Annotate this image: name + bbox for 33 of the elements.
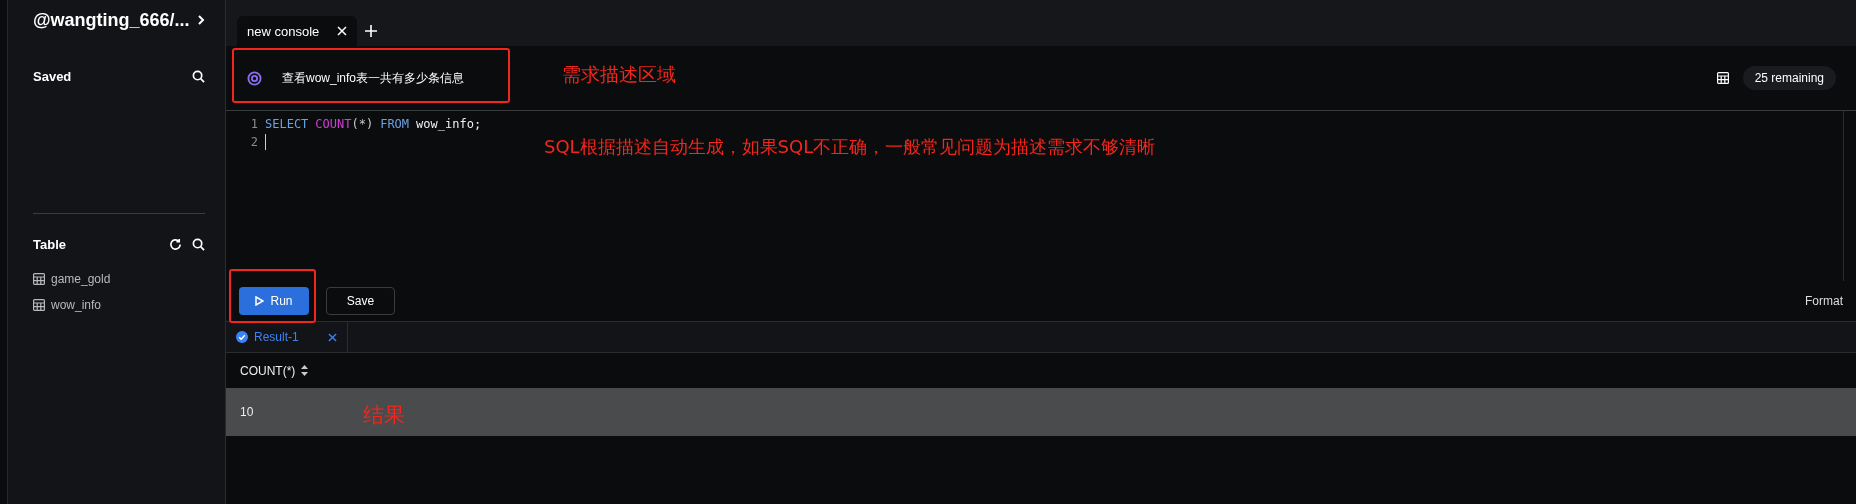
ring-icon [247,70,262,86]
text-cursor [265,134,266,150]
workspace-title: @wangting_666/... [33,9,190,31]
format-button[interactable]: Format [1805,294,1843,308]
console-tab[interactable]: new console [237,16,358,46]
save-button[interactable]: Save [326,287,395,315]
line-number: 1 [249,117,259,131]
refresh-icon[interactable] [169,237,182,251]
prompt-text: 查看wow_info表一共有多少条信息 [282,69,465,87]
play-icon [255,296,265,306]
section-heading: Table [33,236,66,252]
section-heading: Saved [33,68,72,84]
line-number: 2 [249,135,259,149]
calculator-icon [1716,72,1729,84]
check-circle-icon [236,331,248,343]
table-list-item[interactable]: game_gold [33,266,205,292]
search-icon[interactable] [192,237,205,251]
table-icon [33,299,45,311]
table-icon [33,273,45,285]
annotation-note: 结果 [363,402,405,429]
search-icon[interactable] [192,69,205,83]
chevron-right-icon[interactable] [197,14,205,26]
table-list-item[interactable]: wow_info [33,292,205,318]
annotation-note: 需求描述区域 [562,62,676,87]
code-line: SELECT COUNT(*) FROM wow_info; [265,117,483,131]
result-tab[interactable]: Result-1 [226,322,348,352]
sort-icon[interactable] [301,365,309,376]
plus-icon[interactable] [365,25,378,37]
run-button[interactable]: Run [239,287,309,315]
table-cell: 10 [240,405,254,419]
remaining-badge: 25 remaining [1742,66,1836,90]
annotation-note: SQL根据描述自动生成，如果SQL不正确，一般常见问题为描述需求不够清晰 [544,135,1156,159]
column-header[interactable]: COUNT(*) [240,363,309,378]
